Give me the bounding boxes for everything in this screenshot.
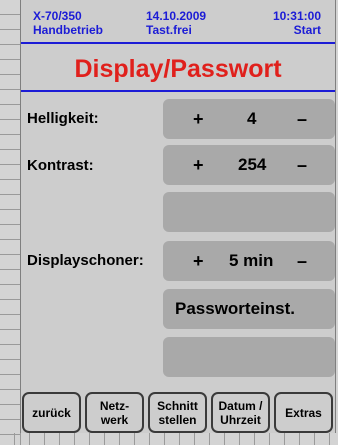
brightness-plus-button[interactable]: + xyxy=(193,99,204,139)
brightness-label: Helligkeit: xyxy=(27,110,99,127)
contrast-value: 254 xyxy=(238,155,267,174)
screensaver-value: 5 min xyxy=(229,251,274,270)
extras-button[interactable]: Extras xyxy=(274,392,333,433)
key-status: Tast.frei xyxy=(146,23,192,37)
contrast-plus-button[interactable]: + xyxy=(193,145,204,185)
status-time: 10:31:00 xyxy=(272,9,321,23)
title-divider xyxy=(21,90,335,92)
datetime-button[interactable]: Datum / Uhrzeit xyxy=(211,392,270,433)
brightness-value: 4 xyxy=(247,109,257,128)
left-ruler xyxy=(0,0,21,445)
brightness-control: + 4 – xyxy=(163,99,335,139)
contrast-control: + 254 – xyxy=(163,145,335,185)
operating-mode: Handbetrieb xyxy=(33,23,104,37)
status-bar: X-70/350 Handbetrieb 14.10.2009 Tast.fre… xyxy=(21,0,335,44)
contrast-label: Kontrast: xyxy=(27,157,94,174)
device-model: X-70/350 xyxy=(33,9,82,23)
screensaver-plus-button[interactable]: + xyxy=(193,241,204,281)
interface-button[interactable]: Schnitt stellen xyxy=(148,392,207,433)
bottom-ruler xyxy=(0,433,338,445)
back-button[interactable]: zurück xyxy=(22,392,81,433)
password-settings-button[interactable]: Passworteinst. xyxy=(163,289,335,329)
screensaver-label: Displayschoner: xyxy=(27,252,144,269)
screensaver-minus-button[interactable]: – xyxy=(297,241,307,281)
empty-button-1[interactable] xyxy=(163,192,335,232)
contrast-minus-button[interactable]: – xyxy=(297,145,307,185)
display-screen: X-70/350 Handbetrieb 14.10.2009 Tast.fre… xyxy=(20,0,336,433)
empty-button-2[interactable] xyxy=(163,337,335,377)
run-state: Start xyxy=(293,23,321,37)
status-date: 14.10.2009 xyxy=(146,9,207,23)
network-button[interactable]: Netz- werk xyxy=(85,392,144,433)
page-title: Display/Passwort xyxy=(74,55,282,83)
password-settings-label: Passworteinst. xyxy=(175,299,295,318)
screensaver-control: + 5 min – xyxy=(163,241,335,281)
brightness-minus-button[interactable]: – xyxy=(297,99,307,139)
